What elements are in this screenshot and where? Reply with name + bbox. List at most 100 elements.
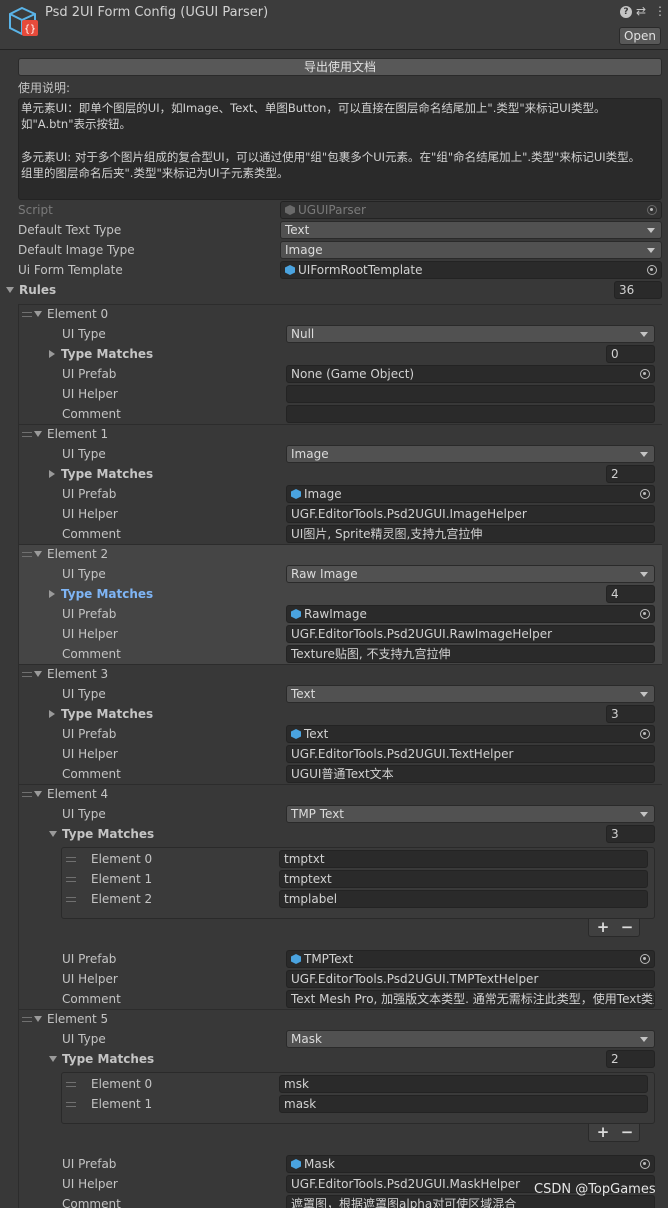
element-foldout[interactable]: Element 2 [34, 544, 108, 564]
ui-type-dropdown[interactable]: Mask [286, 1030, 655, 1048]
rules-foldout[interactable]: Rules [6, 280, 56, 300]
ui-prefab-field[interactable]: TMPText [286, 950, 655, 968]
ui-helper-field[interactable]: UGF.EditorTools.Psd2UGUI.ImageHelper [286, 505, 655, 523]
object-picker-icon [647, 205, 657, 215]
ui-prefab-field[interactable]: Text [286, 725, 655, 743]
match-value-field[interactable]: mask [279, 1095, 648, 1113]
object-picker-icon[interactable] [647, 265, 657, 275]
type-matches-count[interactable]: 0 [606, 345, 655, 363]
match-value-field[interactable]: tmplabel [279, 890, 648, 908]
drag-handle-icon[interactable] [22, 1017, 32, 1022]
drag-handle-icon[interactable] [66, 877, 76, 882]
add-element-button[interactable]: + [593, 918, 613, 936]
default-text-type-value: Text [285, 223, 310, 237]
ui-helper-field[interactable] [286, 385, 655, 403]
ui-prefab-label: UI Prefab [62, 952, 117, 966]
ui-prefab-field[interactable]: None (Game Object) [286, 365, 655, 383]
comment-field[interactable]: UI图片, Sprite精灵图,支持九宫拉伸 [286, 525, 655, 543]
ui-type-value: Raw Image [291, 567, 358, 581]
add-element-button[interactable]: + [593, 1123, 613, 1141]
type-matches-count[interactable]: 3 [606, 825, 655, 843]
drag-handle-icon[interactable] [66, 1082, 76, 1087]
usage-textarea[interactable]: 单元素UI：即单个图层的UI，如Image、Text、单图Button，可以直接… [18, 98, 662, 200]
type-matches-foldout[interactable]: Type Matches [49, 1049, 154, 1069]
match-value-field[interactable]: tmptext [279, 870, 648, 888]
element-foldout[interactable]: Element 3 [34, 664, 108, 684]
chevron-down-icon [640, 692, 648, 697]
usage-line: 单元素UI：即单个图层的UI，如Image、Text、单图Button，可以直接… [21, 101, 606, 115]
ui-type-dropdown[interactable]: TMP Text [286, 805, 655, 823]
remove-element-button[interactable]: − [617, 918, 637, 936]
ui-form-template-field[interactable]: UIFormRootTemplate [280, 261, 662, 279]
element-left-border [18, 1009, 19, 1208]
chevron-down-icon [640, 452, 648, 457]
header-bar: {} Psd 2UI Form Config (UGUI Parser) ? ⇄… [0, 0, 668, 50]
object-picker-icon[interactable] [640, 609, 650, 619]
type-matches-foldout[interactable]: Type Matches [49, 584, 153, 604]
foldout-closed-icon [49, 350, 55, 358]
comment-field[interactable]: UGUI普通Text文本 [286, 765, 655, 783]
object-picker-icon[interactable] [640, 954, 650, 964]
element-foldout[interactable]: Element 4 [34, 784, 108, 804]
ui-prefab-field[interactable]: Mask [286, 1155, 655, 1173]
object-picker-icon[interactable] [640, 489, 650, 499]
ui-helper-field[interactable]: UGF.EditorTools.Psd2UGUI.RawImageHelper [286, 625, 655, 643]
ui-type-dropdown[interactable]: Null [286, 325, 655, 343]
drag-handle-icon[interactable] [66, 897, 76, 902]
element-foldout[interactable]: Element 1 [34, 424, 108, 444]
default-image-type-dropdown[interactable]: Image [280, 241, 662, 259]
comment-field[interactable]: Texture贴图, 不支持九宫拉伸 [286, 645, 655, 663]
inspector-title: Psd 2UI Form Config (UGUI Parser) [45, 5, 269, 20]
ui-type-value: Null [291, 327, 315, 341]
type-matches-foldout[interactable]: Type Matches [49, 704, 153, 724]
ui-helper-field[interactable]: UGF.EditorTools.Psd2UGUI.TMPTextHelper [286, 970, 655, 988]
ui-prefab-field[interactable]: Image [286, 485, 655, 503]
type-matches-foldout[interactable]: Type Matches [49, 464, 153, 484]
ui-prefab-field[interactable]: RawImage [286, 605, 655, 623]
prefab-icon [291, 729, 301, 739]
element-foldout[interactable]: Element 0 [34, 304, 108, 324]
foldout-open-icon [34, 311, 42, 317]
help-icon[interactable]: ? [620, 6, 632, 18]
ui-type-dropdown[interactable]: Image [286, 445, 655, 463]
drag-handle-icon[interactable] [22, 672, 32, 677]
drag-handle-icon[interactable] [22, 552, 32, 557]
object-picker-icon[interactable] [640, 1159, 650, 1169]
comment-field[interactable]: Text Mesh Pro, 加强版文本类型. 通常无需标注此类型，使用Text… [286, 990, 655, 1008]
ui-type-dropdown[interactable]: Text [286, 685, 655, 703]
comment-label: Comment [62, 992, 121, 1006]
object-picker-icon[interactable] [640, 729, 650, 739]
remove-element-button[interactable]: − [617, 1123, 637, 1141]
drag-handle-icon[interactable] [22, 312, 32, 317]
drag-handle-icon[interactable] [66, 857, 76, 862]
export-doc-button[interactable]: 导出使用文档 [18, 58, 662, 76]
ui-helper-label: UI Helper [62, 387, 118, 401]
comment-field[interactable] [286, 405, 655, 423]
ui-type-dropdown[interactable]: Raw Image [286, 565, 655, 583]
type-matches-count[interactable]: 3 [606, 705, 655, 723]
element-foldout[interactable]: Element 5 [34, 1009, 108, 1029]
ui-helper-field[interactable]: UGF.EditorTools.Psd2UGUI.TextHelper [286, 745, 655, 763]
element-divider [18, 544, 662, 545]
default-text-type-dropdown[interactable]: Text [280, 221, 662, 239]
chevron-down-icon [640, 812, 648, 817]
element-name: Element 4 [47, 787, 109, 801]
drag-handle-icon[interactable] [22, 432, 32, 437]
match-value-field[interactable]: tmptxt [279, 850, 648, 868]
match-element-label: Element 0 [91, 1077, 153, 1091]
more-menu-icon[interactable]: ⋮ [654, 4, 666, 18]
type-matches-foldout[interactable]: Type Matches [49, 344, 153, 364]
type-matches-count[interactable]: 4 [606, 585, 655, 603]
match-value-field[interactable]: msk [279, 1075, 648, 1093]
drag-handle-icon[interactable] [66, 1102, 76, 1107]
type-matches-count[interactable]: 2 [606, 1050, 655, 1068]
drag-handle-icon[interactable] [22, 792, 32, 797]
open-button[interactable]: Open [619, 27, 661, 45]
ui-type-value: Text [291, 687, 316, 701]
rules-count-field[interactable]: 36 [614, 281, 662, 299]
ui-type-value: Image [291, 447, 329, 461]
object-picker-icon[interactable] [640, 369, 650, 379]
type-matches-count[interactable]: 2 [606, 465, 655, 483]
preset-icon[interactable]: ⇄ [636, 4, 648, 18]
type-matches-foldout[interactable]: Type Matches [49, 824, 154, 844]
